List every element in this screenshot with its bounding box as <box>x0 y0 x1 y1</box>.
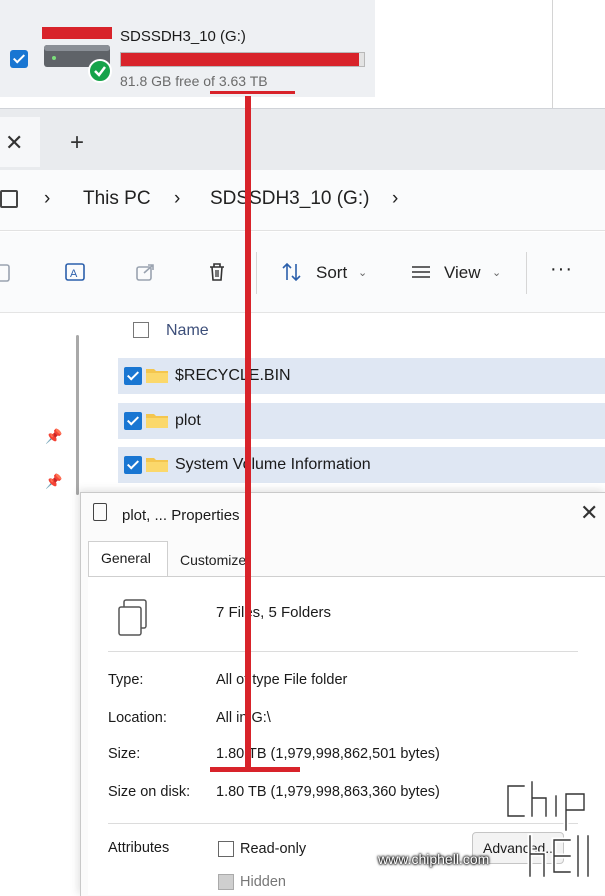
divider <box>552 0 553 108</box>
selection-summary: 7 Files, 5 Folders <box>216 604 332 621</box>
breadcrumb-separator[interactable]: › <box>392 188 398 210</box>
annotation-underline-size <box>210 767 300 772</box>
trash-icon[interactable] <box>206 261 228 283</box>
dialog-title: plot, ... Properties <box>122 507 240 524</box>
share-icon[interactable] <box>135 261 157 283</box>
breadcrumb-drive[interactable]: SDSSDH3_10 (G:) <box>210 188 369 210</box>
toolbar-divider <box>526 252 527 294</box>
size-on-disk-label: Size on disk: <box>108 784 191 800</box>
select-all-checkbox[interactable] <box>133 322 149 338</box>
tab-general-label[interactable]: General <box>101 550 151 566</box>
chiphell-logo <box>505 779 591 879</box>
breadcrumb-this-pc[interactable]: This PC <box>83 188 151 210</box>
size-label: Size: <box>108 746 141 762</box>
nav-scrollbar[interactable] <box>76 335 79 495</box>
annotation-underline-capacity <box>210 91 295 94</box>
row-checkbox[interactable] <box>124 367 142 385</box>
multiple-files-icon <box>118 599 147 636</box>
column-header-name[interactable]: Name <box>166 322 209 340</box>
close-icon[interactable]: ✕ <box>580 500 598 526</box>
hidden-checkbox[interactable] <box>218 874 234 890</box>
monitor-icon[interactable] <box>0 190 18 208</box>
type-label: Type: <box>108 672 144 688</box>
tab-bar <box>0 108 605 171</box>
tab-customize[interactable]: Customize <box>180 552 246 568</box>
drive-icon <box>42 27 112 83</box>
drive-usage-bar <box>120 52 365 67</box>
view-button[interactable]: View <box>444 263 481 283</box>
size-on-disk-value: 1.80 TB (1,979,998,863,360 bytes) <box>216 784 440 800</box>
sort-button[interactable]: Sort <box>316 263 347 283</box>
folder-icon <box>146 414 168 428</box>
folder-icon <box>146 369 168 383</box>
sort-icon[interactable] <box>281 261 303 283</box>
folder-icon <box>146 458 168 472</box>
paste-icon[interactable] <box>0 261 14 283</box>
pin-icon[interactable]: 📌 <box>45 428 62 445</box>
drive-free-space: 81.8 GB free of 3.63 TB <box>120 73 268 89</box>
hidden-label[interactable]: Hidden <box>240 874 286 890</box>
file-name: System Volume Information <box>175 456 371 473</box>
divider <box>108 651 578 652</box>
annotation-connector-line <box>245 96 251 772</box>
breadcrumb-separator[interactable]: › <box>44 188 50 210</box>
breadcrumb-separator[interactable]: › <box>174 188 180 210</box>
more-options-button[interactable]: ··· <box>550 258 573 281</box>
drive-usage-fill <box>121 53 359 66</box>
location-value: All in G:\ <box>216 710 271 726</box>
read-only-label[interactable]: Read-only <box>240 841 306 857</box>
chevron-down-icon[interactable]: ⌄ <box>358 266 367 279</box>
location-label: Location: <box>108 710 167 726</box>
drive-name: SDSSDH3_10 (G:) <box>120 28 246 45</box>
file-name: plot <box>175 412 201 429</box>
view-icon[interactable] <box>410 261 432 283</box>
row-checkbox[interactable] <box>124 456 142 474</box>
read-only-checkbox[interactable] <box>218 841 234 857</box>
row-checkbox[interactable] <box>124 412 142 430</box>
new-tab-button[interactable]: + <box>70 129 84 157</box>
document-icon <box>93 503 107 521</box>
rename-icon[interactable]: A <box>64 261 86 283</box>
pin-icon[interactable]: 📌 <box>45 473 62 490</box>
toolbar-divider <box>256 252 257 294</box>
type-value: All of type File folder <box>216 672 348 688</box>
close-icon[interactable]: ✕ <box>5 130 23 156</box>
watermark-text: www.chiphell.com <box>378 851 490 867</box>
attributes-label: Attributes <box>108 840 170 856</box>
file-name: $RECYCLE.BIN <box>175 367 291 384</box>
svg-text:A: A <box>70 268 78 280</box>
drive-checkbox[interactable] <box>10 50 28 68</box>
chevron-down-icon[interactable]: ⌄ <box>492 266 501 279</box>
